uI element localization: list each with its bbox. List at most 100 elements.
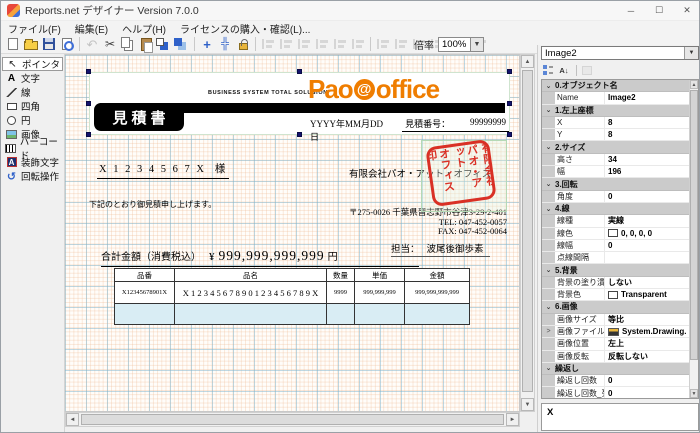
copy-icon[interactable] bbox=[119, 36, 137, 53]
table-row[interactable] bbox=[115, 304, 470, 325]
align-center-vertical-icon[interactable] bbox=[349, 36, 367, 53]
object-selector-dropdown[interactable]: Image2 ▼ bbox=[541, 46, 699, 60]
selection-handle[interactable] bbox=[86, 101, 91, 106]
property-value[interactable]: 196 bbox=[605, 166, 698, 177]
alphabetical-sort-icon[interactable]: A↓ bbox=[557, 64, 571, 77]
property-value[interactable]: 0 bbox=[605, 240, 698, 251]
make-same-width-icon[interactable] bbox=[374, 36, 392, 53]
paste-icon[interactable] bbox=[137, 36, 155, 53]
chevron-down-icon[interactable]: ▼ bbox=[684, 47, 698, 59]
cut-icon[interactable]: ✂ bbox=[101, 36, 119, 53]
align-bottom-icon[interactable] bbox=[313, 36, 331, 53]
print-preview-icon[interactable] bbox=[58, 36, 76, 53]
greeting-text-object[interactable]: 下記のとおり御見積申し上げます。 bbox=[89, 199, 216, 210]
property-value[interactable]: Transparent bbox=[605, 289, 698, 300]
property-value[interactable]: 0, 0, 0, 0 bbox=[605, 228, 698, 239]
property-value[interactable]: しない bbox=[605, 277, 698, 288]
property-category[interactable]: ⌄0.オブジェクト名 bbox=[542, 80, 698, 92]
scroll-down-icon[interactable]: ▼ bbox=[521, 398, 534, 411]
selection-handle[interactable] bbox=[297, 132, 302, 137]
table-row[interactable]: X12345678901XX 1 2 3 4 5 6 7 8 9 0 1 2 3… bbox=[115, 282, 470, 304]
selection-handle[interactable] bbox=[507, 101, 512, 106]
property-value[interactable]: 8 bbox=[605, 117, 698, 128]
canvas-horizontal-scrollbar[interactable]: ◄ ► bbox=[65, 412, 520, 427]
property-value[interactable]: 左上 bbox=[605, 338, 698, 349]
tool-circle[interactable]: 円 bbox=[2, 113, 63, 127]
expander-icon[interactable]: > bbox=[542, 326, 555, 337]
tool-barcode[interactable]: バーコード bbox=[2, 141, 63, 155]
selection-handle[interactable] bbox=[86, 69, 91, 74]
save-icon[interactable] bbox=[40, 36, 58, 53]
property-category[interactable]: ⌄繰返し bbox=[542, 363, 698, 375]
property-category[interactable]: ⌄4.線 bbox=[542, 203, 698, 215]
design-surface[interactable]: BUSINESS SYSTEM TOTAL SOLUSION Pao@offic… bbox=[65, 55, 520, 412]
scroll-right-icon[interactable]: ► bbox=[506, 413, 519, 426]
snap-to-object-icon[interactable]: ╬ bbox=[216, 36, 234, 53]
tool-text[interactable]: A文字 bbox=[2, 71, 63, 85]
maximize-button[interactable]: ☐ bbox=[645, 1, 673, 20]
property-category[interactable]: ⌄6.画像 bbox=[542, 301, 698, 313]
open-file-icon[interactable] bbox=[22, 36, 40, 53]
tool-pointer[interactable]: ↖ポインタ bbox=[2, 57, 63, 71]
property-value[interactable]: 反転しない bbox=[605, 351, 698, 362]
close-button[interactable]: ✕ bbox=[673, 1, 700, 20]
property-value[interactable]: 0 bbox=[605, 387, 698, 398]
make-same-height-icon[interactable] bbox=[392, 36, 410, 53]
tool-rotate[interactable]: ↺回転操作 bbox=[2, 169, 63, 183]
property-value[interactable]: 等比 bbox=[605, 314, 698, 325]
new-document-icon[interactable] bbox=[4, 36, 22, 53]
design-canvas[interactable]: BUSINESS SYSTEM TOTAL SOLUSION Pao@offic… bbox=[65, 54, 520, 412]
property-value[interactable]: 0 bbox=[605, 375, 698, 386]
selection-handle[interactable] bbox=[86, 132, 91, 137]
property-category[interactable]: ⌄3.回転 bbox=[542, 178, 698, 190]
tool-line[interactable]: 線 bbox=[2, 85, 63, 99]
items-table-object[interactable]: 品番品名数量単価金額X12345678901XX 1 2 3 4 5 6 7 8… bbox=[114, 268, 470, 325]
scroll-down-icon[interactable]: ▼ bbox=[690, 389, 698, 398]
zoom-select[interactable]: 100% ▼ bbox=[438, 37, 484, 52]
total-amount-object[interactable]: 合計金額（消費税込） ¥ 999,999,999,999 円 bbox=[101, 248, 419, 267]
menu-item-1[interactable]: 編集(E) bbox=[68, 21, 115, 35]
property-category[interactable]: ⌄1.左上座標 bbox=[542, 105, 698, 117]
menu-item-2[interactable]: ヘルプ(H) bbox=[115, 21, 173, 35]
bring-to-front-icon[interactable] bbox=[155, 36, 173, 53]
property-value[interactable]: 実線 bbox=[605, 215, 698, 226]
align-left-icon[interactable] bbox=[259, 36, 277, 53]
tool-decorated-text[interactable]: A装飾文字 bbox=[2, 155, 63, 169]
selection-handle[interactable] bbox=[507, 69, 512, 74]
selection-handle[interactable] bbox=[507, 132, 512, 137]
tool-rectangle[interactable]: 四角 bbox=[2, 99, 63, 113]
scroll-thumb[interactable] bbox=[690, 90, 698, 360]
property-value[interactable]: 8 bbox=[605, 129, 698, 140]
scroll-up-icon[interactable]: ▲ bbox=[690, 80, 698, 89]
property-value[interactable]: System.Drawing. bbox=[605, 326, 698, 337]
categorized-view-icon[interactable] bbox=[541, 64, 555, 77]
property-value[interactable] bbox=[605, 252, 698, 263]
align-center-horizontal-icon[interactable] bbox=[331, 36, 349, 53]
chevron-down-icon[interactable]: ▼ bbox=[470, 38, 483, 51]
customer-name-object[interactable]: X 1 2 3 4 5 6 7 X様 bbox=[97, 161, 229, 179]
vertical-scroll-thumb[interactable] bbox=[522, 70, 533, 392]
align-top-icon[interactable] bbox=[277, 36, 295, 53]
property-category[interactable]: ⌄5.背景 bbox=[542, 264, 698, 276]
selection-handle[interactable] bbox=[297, 69, 302, 74]
menu-item-3[interactable]: ライセンスの購入・確認(L)... bbox=[173, 21, 317, 35]
property-value[interactable]: 0 bbox=[605, 191, 698, 202]
property-value[interactable]: Image2 bbox=[605, 92, 698, 103]
scroll-up-icon[interactable]: ▲ bbox=[521, 55, 534, 68]
horizontal-scroll-thumb[interactable] bbox=[81, 414, 504, 425]
align-right-icon[interactable] bbox=[295, 36, 313, 53]
lock-icon[interactable] bbox=[234, 36, 252, 53]
property-grid-scrollbar[interactable]: ▲ ▼ bbox=[689, 80, 698, 398]
scroll-left-icon[interactable]: ◄ bbox=[66, 413, 79, 426]
property-value[interactable]: 34 bbox=[605, 154, 698, 165]
company-seal-object[interactable]: 有限会社パオ・アットオフィス印 bbox=[425, 139, 497, 207]
property-category[interactable]: ⌄2.サイズ bbox=[542, 141, 698, 153]
header-image-object[interactable]: BUSINESS SYSTEM TOTAL SOLUSION Pao@offic… bbox=[89, 72, 510, 135]
minimize-button[interactable]: ─ bbox=[617, 1, 645, 20]
address-block-object[interactable]: 〒275-0026 千葉県習志野市谷津3-29-2-401 TEL: 047-4… bbox=[207, 208, 507, 237]
send-to-back-icon[interactable] bbox=[173, 36, 191, 53]
canvas-vertical-scrollbar[interactable]: ▲ ▼ bbox=[520, 54, 535, 412]
undo-icon[interactable]: ↶ bbox=[83, 36, 101, 53]
menu-item-0[interactable]: ファイル(F) bbox=[1, 21, 68, 35]
property-pages-icon[interactable] bbox=[580, 64, 594, 77]
